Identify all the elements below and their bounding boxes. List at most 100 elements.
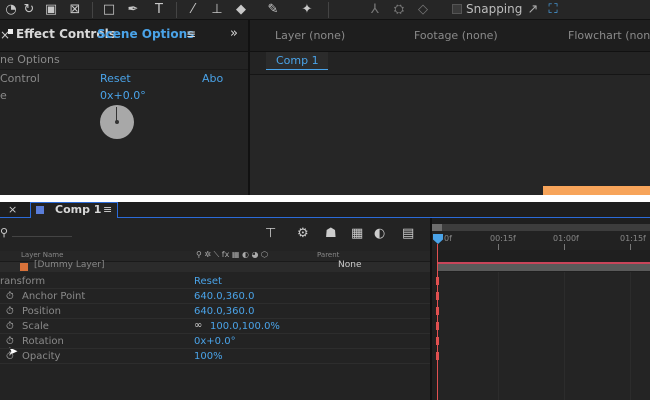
property-value[interactable]: 100.0,100.0% <box>210 321 280 332</box>
property-label: Opacity <box>22 351 61 362</box>
effect-subject-name: ne Options <box>0 53 60 66</box>
toolbar-separator <box>328 2 329 18</box>
shy-layers-icon[interactable]: ☗ <box>325 226 337 241</box>
property-value[interactable]: 640.0,360.0 <box>194 306 254 317</box>
snap-features-icon[interactable]: ⛶ <box>544 1 562 19</box>
camera-tool-icon[interactable]: ▣ <box>42 1 60 19</box>
pen-tool-icon[interactable]: ✒ <box>124 1 142 19</box>
control-column-header: Control <box>0 72 40 85</box>
puppet-tool-icon[interactable]: ✦ <box>298 1 316 19</box>
search-input[interactable] <box>12 236 72 237</box>
draft-3d-icon[interactable]: ⚙ <box>297 226 309 241</box>
effect-controls-tabbar: × Effect Controls Scene Options ≡ » <box>0 20 248 52</box>
frame-blending-icon[interactable]: ▦ <box>351 226 363 241</box>
playhead-line[interactable] <box>437 244 438 400</box>
eraser-tool-icon[interactable]: ◆ <box>232 1 250 19</box>
ruler-label: 0f <box>444 234 452 243</box>
tab-footage[interactable]: Footage (none) <box>414 29 498 42</box>
view-axis-icon[interactable]: ◇ <box>414 1 432 19</box>
clone-stamp-tool-icon[interactable]: ⊥ <box>208 1 226 19</box>
effect-about-link[interactable]: Abo <box>202 72 223 85</box>
toolbar-separator <box>92 2 93 18</box>
comp-viewer-button[interactable]: Comp 1 <box>266 52 328 70</box>
property-label: Scale <box>22 321 49 332</box>
stopwatch-icon[interactable]: ⏱ <box>6 351 14 362</box>
timeline-tab-label: Comp 1 <box>55 203 102 216</box>
ruler-tick <box>564 244 565 250</box>
rotation-control-label: e <box>0 89 7 102</box>
grid-line <box>564 272 565 400</box>
panel-color-icon <box>8 29 13 34</box>
tools-toolbar: ◔ ↻ ▣ ⊠ □ ✒ T ⁄ ⊥ ◆ ✎ ✦ ⅄ ⛭ ◇ Snapping ↗… <box>0 0 650 20</box>
panel-expand-icon[interactable]: » <box>230 26 238 41</box>
rotation-control-value[interactable]: 0x+0.0° <box>100 89 146 102</box>
stopwatch-icon[interactable]: ⏱ <box>6 306 14 317</box>
comp-color-icon <box>36 206 44 214</box>
comp-flowchart-icon[interactable]: ⊤ <box>265 226 276 241</box>
ruler-label: 00:15f <box>490 234 516 243</box>
grid-line <box>630 272 631 400</box>
ruler-label: 01:15f <box>620 234 646 243</box>
motion-blur-icon[interactable]: ◐ <box>374 226 385 241</box>
panel-gutter <box>0 195 650 202</box>
keyframe-track[interactable] <box>438 272 650 400</box>
graph-editor-icon[interactable]: ▤ <box>402 226 414 241</box>
transform-reset-link[interactable]: Reset <box>194 276 222 287</box>
viewer-tabbar: Layer (none) Footage (none) Flowchart (n… <box>250 20 650 52</box>
dial-indicator <box>116 107 117 121</box>
snapping-checkbox[interactable] <box>452 4 462 14</box>
property-value[interactable]: 100% <box>194 351 223 362</box>
local-axis-icon[interactable]: ⅄ <box>366 1 384 19</box>
ruler-label: 01:00f <box>553 234 579 243</box>
layer-label-color[interactable] <box>20 263 28 271</box>
row-divider <box>0 333 432 334</box>
parent-column[interactable]: Parent <box>317 251 339 259</box>
property-value[interactable]: 0x+0.0° <box>194 336 236 347</box>
tab-flowchart[interactable]: Flowchart (none <box>568 29 650 42</box>
timeline-tab[interactable]: Comp 1 ≡ <box>30 202 118 218</box>
grid-line <box>498 272 499 400</box>
layer-name-column[interactable]: Layer Name <box>21 251 63 259</box>
row-divider <box>0 303 432 304</box>
comp-viewer-label: Comp 1 <box>276 54 319 67</box>
roto-brush-tool-icon[interactable]: ✎ <box>264 1 282 19</box>
layer-name[interactable]: [Dummy Layer] <box>34 260 104 270</box>
layer-bar-label-stripe <box>438 262 650 264</box>
dial-center <box>115 120 119 124</box>
world-axis-icon[interactable]: ⛭ <box>390 1 408 19</box>
type-tool-icon[interactable]: T <box>150 1 168 19</box>
transform-group-label[interactable]: ransform <box>0 276 45 287</box>
pan-behind-tool-icon[interactable]: ⊠ <box>66 1 84 19</box>
rotation-dial[interactable] <box>100 105 134 139</box>
toolbar-separator <box>176 2 177 18</box>
snapping-label: Snapping <box>466 2 523 16</box>
time-navigator[interactable] <box>432 224 650 231</box>
rotate-tool-icon[interactable]: ↻ <box>20 1 38 19</box>
time-navigator-handle[interactable] <box>432 224 442 231</box>
tab-layer[interactable]: Layer (none) <box>275 29 345 42</box>
effect-reset-link[interactable]: Reset <box>100 72 131 85</box>
zoom-tool-icon[interactable]: ◔ <box>2 1 20 19</box>
stopwatch-icon[interactable]: ⏱ <box>6 321 14 332</box>
row-divider <box>0 288 432 289</box>
layer-row[interactable]: [Dummy Layer] None <box>0 260 432 272</box>
snap-arrow-icon[interactable]: ↗ <box>524 1 542 19</box>
stopwatch-icon[interactable]: ⏱ <box>6 291 14 302</box>
rectangle-tool-icon[interactable]: □ <box>100 1 118 19</box>
search-icon[interactable]: ⚲ <box>0 226 8 239</box>
property-value[interactable]: 640.0,360.0 <box>194 291 254 302</box>
orange-indicator <box>543 186 650 195</box>
ruler-tick <box>498 244 499 250</box>
timeline-close-icon[interactable]: × <box>8 203 17 216</box>
timeline-menu-icon[interactable]: ≡ <box>103 203 112 216</box>
property-label: Rotation <box>22 336 64 347</box>
row-divider <box>0 348 432 349</box>
brush-tool-icon[interactable]: ⁄ <box>184 1 202 19</box>
effect-controls-tab-subject[interactable]: Scene Options <box>97 27 194 41</box>
property-label: Anchor Point <box>22 291 86 302</box>
composition-canvas[interactable] <box>250 74 650 196</box>
panel-menu-icon[interactable]: ≡ <box>186 27 196 41</box>
row-divider <box>0 318 432 319</box>
parent-dropdown[interactable]: None <box>338 260 361 270</box>
constrain-proportions-icon[interactable]: ∞ <box>194 320 202 331</box>
